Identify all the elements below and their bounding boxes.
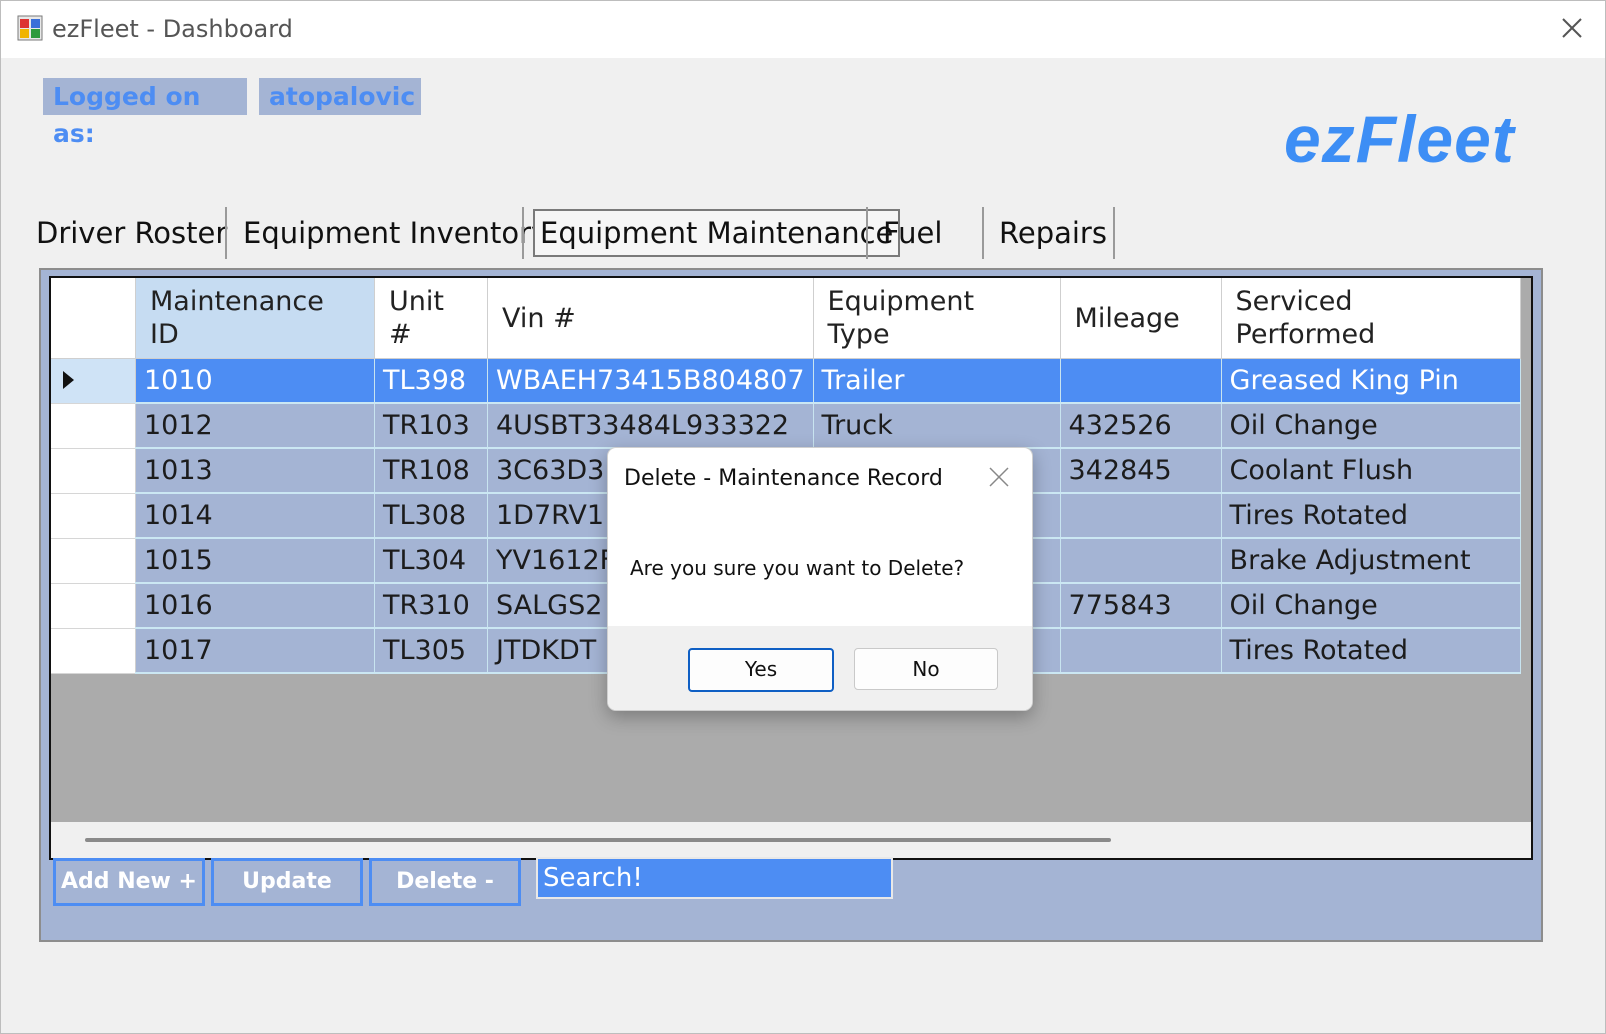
window-title: ezFleet - Dashboard (52, 15, 293, 43)
delete-button[interactable]: Delete - (369, 858, 521, 906)
close-icon[interactable] (1557, 13, 1587, 43)
cell-unit[interactable]: TL398 (374, 358, 488, 404)
row-header[interactable] (51, 538, 136, 584)
tab-repairs[interactable]: Repairs (999, 209, 1107, 257)
cell-mileage[interactable] (1060, 358, 1222, 404)
column-header-line: Vin # (502, 302, 576, 334)
scrollbar-thumb[interactable] (85, 838, 1111, 842)
brand-logo: ezFleet (1284, 102, 1515, 176)
cell-serviced-performed[interactable]: Oil Change (1221, 583, 1521, 629)
tab-divider (1113, 207, 1115, 259)
cell-mileage[interactable] (1060, 538, 1222, 584)
dialog-title: Delete - Maintenance Record (624, 466, 943, 491)
cell-equipment-type[interactable]: Truck (813, 403, 1061, 449)
row-header[interactable] (51, 448, 136, 494)
tab-equipment-inventory[interactable]: Equipment Inventory (243, 209, 548, 257)
cell-unit[interactable]: TL305 (374, 628, 488, 674)
cell-equipment-type[interactable]: Trailer (813, 358, 1061, 404)
cell-mileage[interactable] (1060, 628, 1222, 674)
cell-mileage[interactable]: 775843 (1060, 583, 1222, 629)
table-row[interactable]: 1010 TL398 WBAEH73415B804807 Trailer Greased… (51, 358, 1521, 404)
cell-serviced-performed[interactable]: Coolant Flush (1221, 448, 1521, 494)
cell-unit[interactable]: TR108 (374, 448, 488, 494)
column-header-line: Performed (1235, 319, 1376, 350)
cell-mileage[interactable]: 342845 (1060, 448, 1222, 494)
username-label: atopalovic (259, 78, 421, 115)
app-window: ezFleet - Dashboard Logged on as: atopal… (0, 0, 1606, 1034)
close-icon[interactable] (988, 466, 1010, 488)
column-header-unit[interactable]: Unit # (374, 278, 488, 359)
column-header-maintenance-id[interactable]: Maintenance ID (135, 278, 375, 359)
cell-serviced-performed[interactable]: Tires Rotated (1221, 493, 1521, 539)
cell-maintenance-id[interactable]: 1013 (135, 448, 375, 494)
header-row: Maintenance ID Unit # Vin # Equipment Type … (51, 278, 1521, 359)
column-header-line: Mileage (1074, 302, 1180, 334)
column-header-line: Serviced (1235, 286, 1353, 317)
cell-unit[interactable]: TL308 (374, 493, 488, 539)
row-header[interactable] (51, 583, 136, 629)
column-header-equipment-type[interactable]: Equipment Type (813, 278, 1061, 359)
dialog-footer: Yes No (608, 626, 1032, 710)
cell-maintenance-id[interactable]: 1017 (135, 628, 375, 674)
column-header-line: Type (827, 319, 890, 350)
tab-divider (982, 207, 984, 259)
cell-maintenance-id[interactable]: 1014 (135, 493, 375, 539)
cell-maintenance-id[interactable]: 1015 (135, 538, 375, 584)
cell-vin[interactable]: WBAEH73415B804807 (487, 358, 814, 404)
cell-unit[interactable]: TL304 (374, 538, 488, 584)
add-new-button[interactable]: Add New + (53, 858, 205, 906)
column-header-serviced-performed[interactable]: Serviced Performed (1221, 278, 1521, 359)
cell-serviced-performed[interactable]: Greased King Pin (1221, 358, 1521, 404)
column-header-line: # (389, 319, 412, 350)
title-bar: ezFleet - Dashboard (1, 1, 1605, 58)
dialog-message: Are you sure you want to Delete? (630, 556, 965, 580)
row-header[interactable] (51, 493, 136, 539)
tab-divider (866, 207, 868, 259)
row-header[interactable] (51, 358, 136, 404)
app-icon (17, 15, 43, 41)
row-header[interactable] (51, 628, 136, 674)
cell-maintenance-id[interactable]: 1016 (135, 583, 375, 629)
column-header-line: Maintenance (150, 286, 324, 317)
search-input[interactable]: Search! (536, 857, 893, 899)
row-header-corner (51, 278, 136, 359)
tab-divider (522, 207, 524, 259)
tab-fuel[interactable]: Fuel (883, 209, 942, 257)
cell-serviced-performed[interactable]: Brake Adjustment (1221, 538, 1521, 584)
row-header[interactable] (51, 403, 136, 449)
update-button[interactable]: Update (211, 858, 363, 906)
column-header-line: Unit (389, 286, 444, 317)
column-header-vin[interactable]: Vin # (487, 278, 814, 359)
cell-serviced-performed[interactable]: Tires Rotated (1221, 628, 1521, 674)
tab-equipment-maintenance[interactable]: Equipment Maintenance (533, 209, 901, 257)
no-button[interactable]: No (854, 648, 998, 690)
table-row[interactable]: 1012 TR103 4USBT33484L933322 Truck 432526 Oil… (51, 403, 1521, 449)
cell-maintenance-id[interactable]: 1010 (135, 358, 375, 404)
current-row-arrow-icon (63, 371, 74, 390)
cell-unit[interactable]: TR103 (374, 403, 488, 449)
cell-mileage[interactable] (1060, 493, 1222, 539)
logged-on-label: Logged on as: (43, 78, 247, 148)
tab-divider (225, 207, 227, 259)
cell-vin[interactable]: 4USBT33484L933322 (487, 403, 814, 449)
yes-button[interactable]: Yes (688, 648, 834, 692)
cell-serviced-performed[interactable]: Oil Change (1221, 403, 1521, 449)
cell-mileage[interactable]: 432526 (1060, 403, 1222, 449)
column-header-line: ID (150, 319, 179, 350)
delete-confirm-dialog: Delete - Maintenance Record Are you sure… (607, 447, 1033, 711)
column-header-mileage[interactable]: Mileage (1060, 278, 1222, 359)
cell-maintenance-id[interactable]: 1012 (135, 403, 375, 449)
horizontal-scrollbar[interactable] (51, 822, 1531, 858)
column-header-line: Equipment (827, 286, 975, 317)
tab-driver-roster[interactable]: Driver Roster (36, 209, 227, 257)
cell-unit[interactable]: TR310 (374, 583, 488, 629)
